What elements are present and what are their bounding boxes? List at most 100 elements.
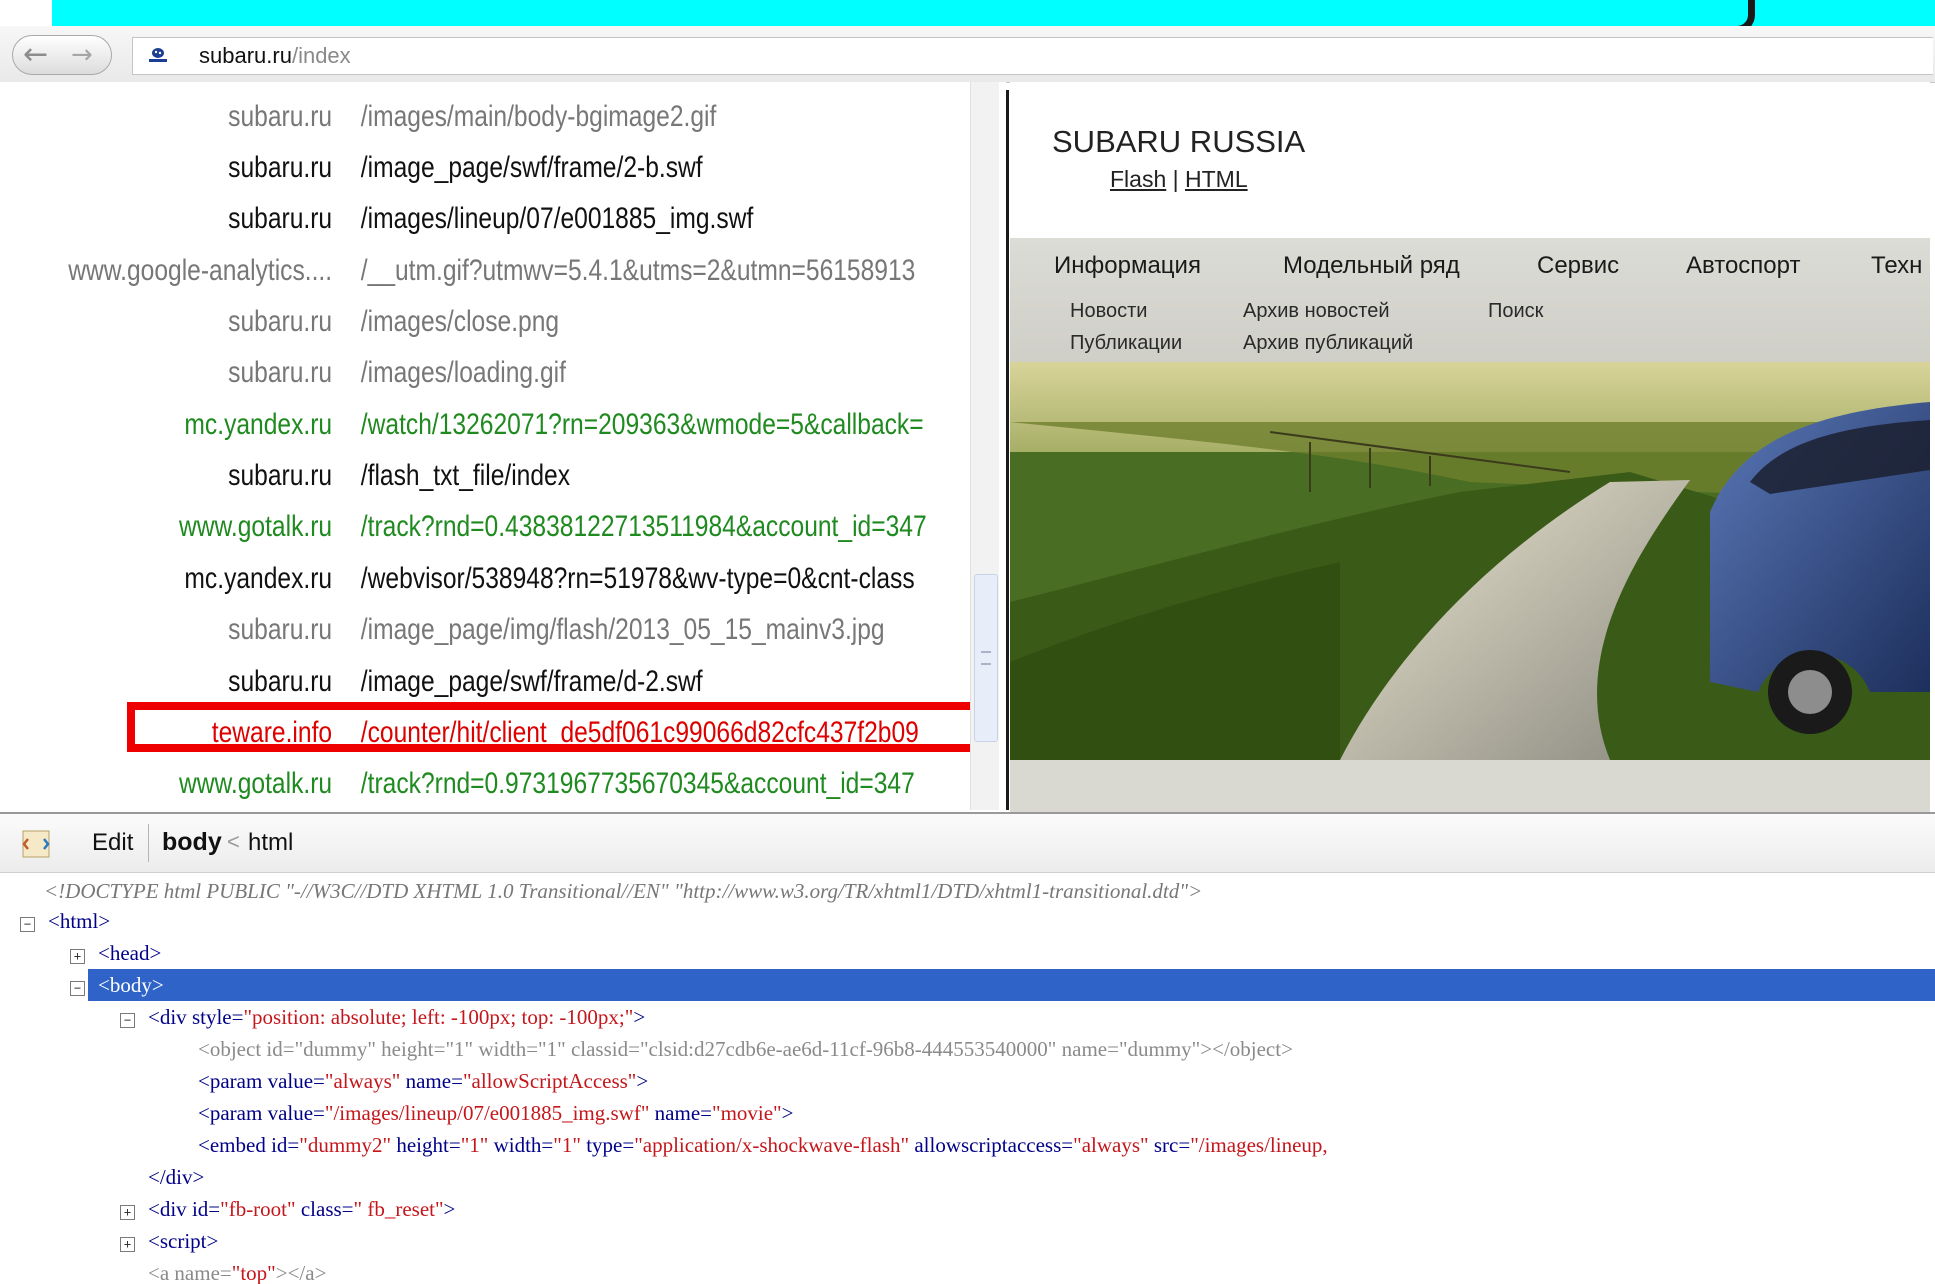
network-request-row[interactable]: www.google-analytics.... /__utm.gif?utmwv… [0, 246, 915, 296]
network-request-row[interactable]: subaru.ru/images/loading.gif [0, 348, 792, 398]
menu-item-info[interactable]: Информация [1054, 252, 1201, 280]
request-file: /track?rnd=0.9731967735670345&account_id… [360, 767, 915, 800]
network-list-scrollbar[interactable] [970, 82, 999, 810]
dom-node-body-selected[interactable]: <body> [88, 969, 1935, 1001]
network-request-row[interactable]: mc.yandex.ru/watch/13262071?rn=209363&wm… [0, 400, 923, 450]
request-domain: subaru.ru [228, 202, 333, 235]
attr-name: width= [493, 1133, 554, 1157]
submenu-search[interactable]: Поиск [1488, 300, 1543, 323]
tag-name: <div [148, 1197, 187, 1221]
dom-node-param-allowscriptaccess[interactable]: <param value="always" name="allowScriptA… [198, 1065, 648, 1097]
dom-node-head[interactable]: <head> [98, 937, 161, 969]
dom-node-div-fb-root[interactable]: <div id="fb-root" class=" fb_reset"> [148, 1193, 455, 1225]
request-file: /track?rnd=0.43838122713511984&account_i… [360, 510, 927, 543]
toolbar-separator [148, 824, 149, 862]
request-domain: www.gotalk.ru [178, 767, 333, 800]
attr-value: "position: absolute; left: -100px; top: … [243, 1005, 634, 1029]
submenu-publications[interactable]: Публикации [1070, 332, 1182, 355]
url-path: /index [291, 43, 351, 68]
url-text: subaru.ru/index [199, 43, 351, 69]
attr-value: "top" [231, 1261, 276, 1284]
dom-node-script[interactable]: <script> [148, 1225, 218, 1257]
tag-close: > [636, 1069, 649, 1093]
collapse-toggle-icon[interactable]: − [20, 917, 35, 932]
breadcrumb-html[interactable]: html [248, 829, 293, 857]
request-domain: subaru.ru [228, 613, 333, 646]
attr-value: "/images/lineup/07/e001885_img.swf" [324, 1101, 650, 1125]
dom-node-param-movie[interactable]: <param value="/images/lineup/07/e001885_… [198, 1097, 793, 1129]
menu-item-service[interactable]: Сервис [1537, 252, 1619, 280]
attr-value: "1" [460, 1133, 489, 1157]
attr-value: "1" [553, 1133, 581, 1157]
expand-toggle-icon[interactable]: + [70, 949, 85, 964]
url-field[interactable]: subaru.ru/index [132, 37, 1933, 75]
breadcrumb-body[interactable]: body [162, 828, 222, 857]
network-request-row[interactable]: subaru.ru/image_page/swf/frame/2-b.swf [0, 143, 792, 193]
collapse-toggle-icon[interactable]: − [70, 981, 85, 996]
tag-name: <embed [198, 1133, 266, 1157]
edit-button[interactable]: Edit [92, 829, 133, 857]
attr-value: " fb_reset" [353, 1197, 444, 1221]
back-arrow-icon[interactable]: ← [23, 38, 48, 72]
preview-footer-strip [1010, 760, 1930, 812]
dom-node-embed[interactable]: <embed id="dummy2" height="1" width="1" … [198, 1129, 1328, 1161]
dom-node-div-close[interactable]: </div> [148, 1161, 204, 1193]
expand-toggle-icon[interactable]: + [120, 1205, 135, 1220]
tag-name: <param [198, 1101, 263, 1125]
menu-item-lineup[interactable]: Модельный ряд [1283, 252, 1460, 280]
tag-close: > [443, 1197, 456, 1221]
menu-item-tech[interactable]: Техн [1871, 252, 1922, 280]
network-request-row[interactable]: www.gotalk.ru/track?rnd=0.43838122713511… [0, 502, 927, 552]
request-file: /images/close.png [360, 305, 560, 338]
attr-value: "dummy2" [299, 1133, 392, 1157]
attr-name: style= [191, 1005, 244, 1029]
attr-value: "fb-root" [220, 1197, 296, 1221]
request-domain: subaru.ru [228, 305, 333, 338]
request-domain: www.google-analytics.... [68, 254, 333, 287]
inspect-element-icon[interactable] [22, 830, 50, 858]
attr-value: "always" [324, 1069, 401, 1093]
inspector-toolbar: Edit body < html [0, 814, 1935, 873]
expand-toggle-icon[interactable]: + [120, 1237, 135, 1252]
panel-divider[interactable] [1006, 90, 1009, 810]
breadcrumb-separator: < [227, 829, 240, 854]
attr-value: "/images/lineup, [1190, 1133, 1328, 1157]
highlight-box-suspicious-request [127, 702, 985, 752]
dom-node-html[interactable]: <html> [48, 905, 110, 937]
attr-name: src= [1153, 1133, 1191, 1157]
collapse-toggle-icon[interactable]: − [120, 1013, 135, 1028]
submenu-news-archive[interactable]: Архив новостей [1243, 300, 1390, 323]
tag-close: > [633, 1005, 646, 1029]
network-request-list: subaru.ru/images/main/body-bgimage2.gif s… [0, 82, 1006, 810]
dom-node-object[interactable]: <object id="dummy" height="1" width="1" … [198, 1033, 1293, 1065]
menu-item-motorsport[interactable]: Автоспорт [1686, 252, 1800, 280]
network-request-row[interactable]: subaru.ru/image_page/img/flash/2013_05_1… [0, 605, 884, 655]
network-request-row[interactable]: www.gotalk.ru/track?rnd=0.97319677356703… [0, 759, 915, 809]
request-file: /image_page/swf/frame/d-2.swf [360, 665, 703, 698]
flash-link[interactable]: Flash [1110, 166, 1166, 192]
hero-car-photo [1010, 362, 1930, 760]
network-request-row[interactable]: subaru.ru/image_page/swf/frame/d-2.swf [0, 657, 792, 707]
dom-node-div-dummy[interactable]: <div style="position: absolute; left: -1… [148, 1001, 645, 1033]
request-file: /watch/13262071?rn=209363&wmode=5&callba… [360, 408, 924, 441]
network-request-row[interactable]: mc.yandex.ru/webvisor/538948?rn=51978&wv… [0, 554, 914, 604]
request-file: /webvisor/538948?rn=51978&wv-type=0&cnt-… [360, 562, 915, 595]
attr-name: class= [300, 1197, 354, 1221]
site-favicon-icon [149, 48, 167, 62]
attr-name: height= [396, 1133, 461, 1157]
tag-name: <a [148, 1261, 170, 1284]
forward-arrow-icon[interactable]: → [71, 38, 93, 72]
url-domain: subaru.ru [199, 43, 292, 68]
network-request-row[interactable]: subaru.ru/flash_txt_file/index [0, 451, 792, 501]
submenu-publications-archive[interactable]: Архив публикаций [1243, 332, 1413, 355]
attr-name: id= [191, 1197, 221, 1221]
dom-node-body-label: <body> [98, 973, 164, 997]
network-request-row[interactable]: subaru.ru/images/main/body-bgimage2.gif [0, 92, 792, 142]
html-link[interactable]: HTML [1185, 166, 1248, 192]
dom-node-a-top[interactable]: <a name="top"></a> [148, 1257, 326, 1284]
request-domain: subaru.ru [228, 100, 333, 133]
network-request-row[interactable]: subaru.ru/images/lineup/07/e001885_img.s… [0, 194, 792, 244]
network-request-row[interactable]: subaru.ru/images/close.png [0, 297, 792, 347]
scrollbar-thumb[interactable] [974, 574, 998, 742]
submenu-news[interactable]: Новости [1070, 300, 1147, 323]
